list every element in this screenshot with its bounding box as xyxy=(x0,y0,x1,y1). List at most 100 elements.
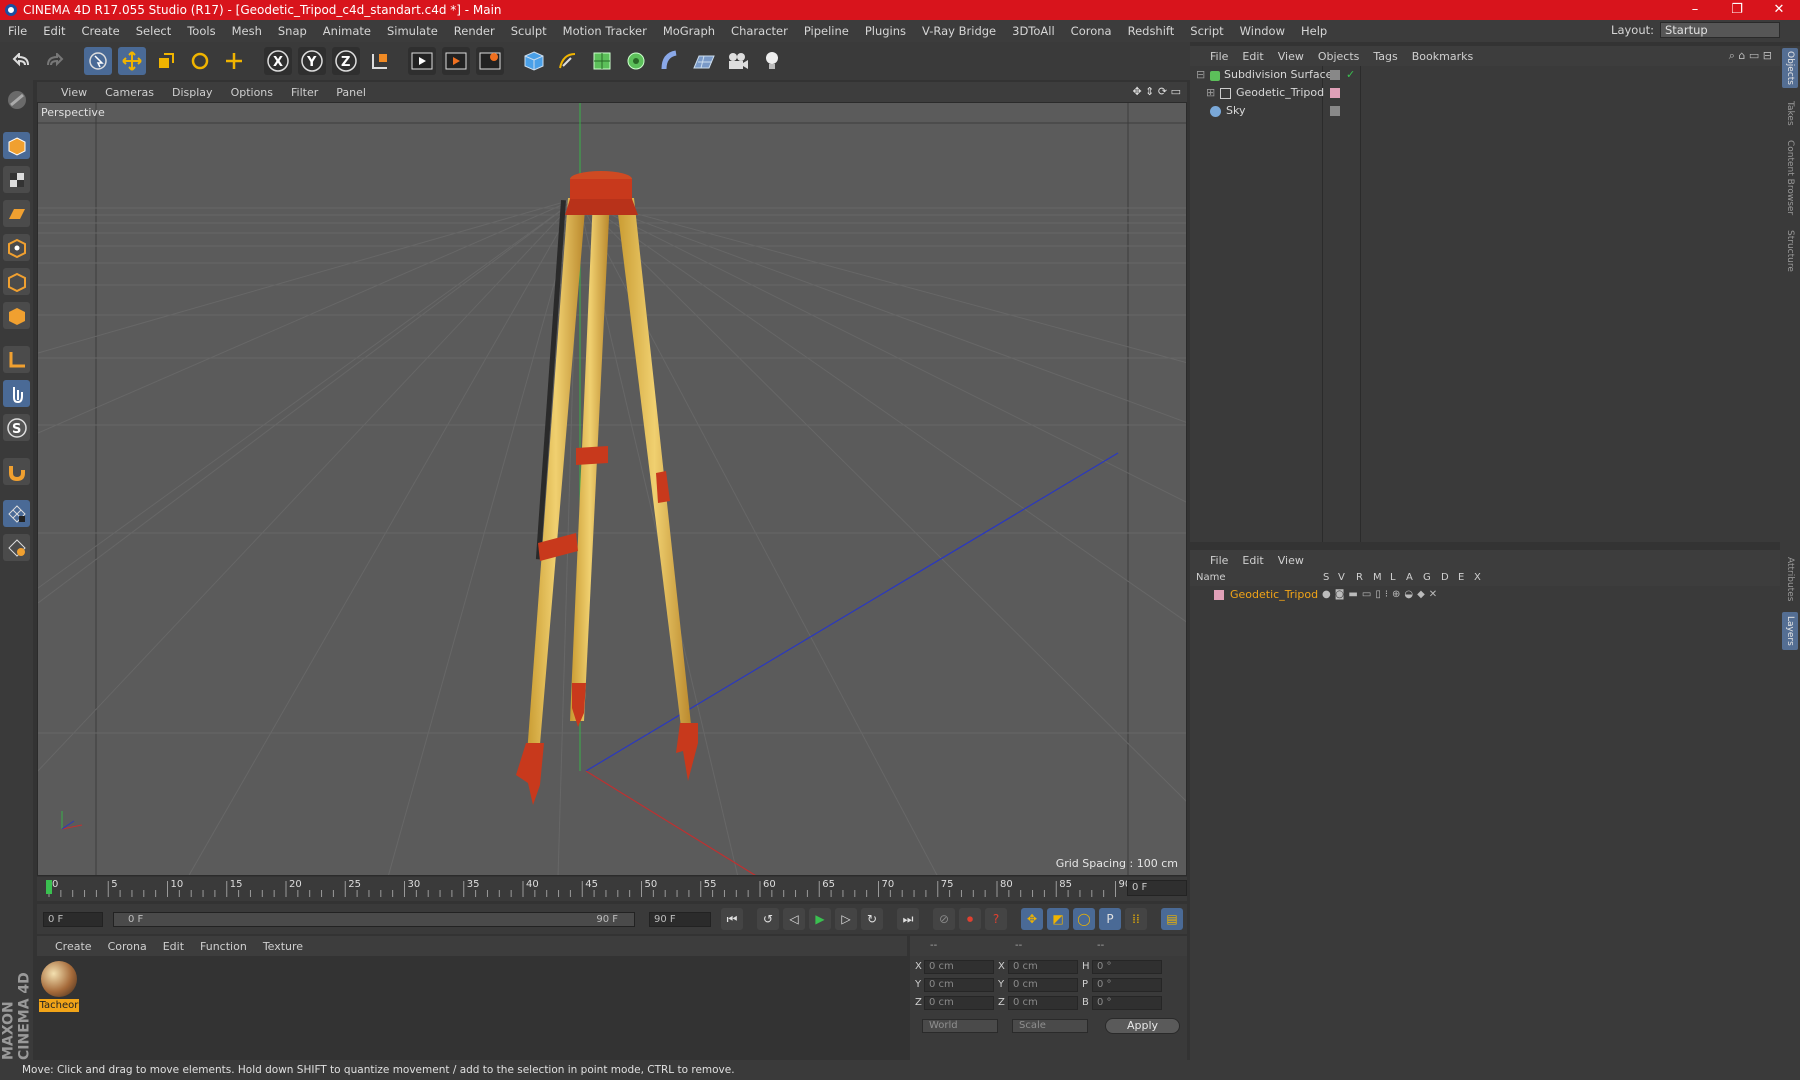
3d-viewport[interactable]: Perspective Grid Spacing : 100 cm xyxy=(37,102,1187,876)
render-view-icon[interactable] xyxy=(408,47,436,75)
objects-menu-bookmarks[interactable]: Bookmarks xyxy=(1405,50,1480,63)
light-icon[interactable] xyxy=(758,47,786,75)
position-z-field[interactable]: 0 cm xyxy=(924,996,994,1010)
rotate-tool-icon[interactable] xyxy=(186,47,214,75)
render-to-picture-viewer-icon[interactable] xyxy=(442,47,470,75)
layer-toggle-icons[interactable]: ●◙▬▭▯⁝⊕◒◆✕ xyxy=(1322,586,1441,604)
current-frame-field[interactable]: 0 F xyxy=(1127,880,1187,896)
auto-keying-icon[interactable]: ⏺ xyxy=(959,908,981,930)
position-y-field[interactable]: 0 cm xyxy=(924,978,994,992)
spline-pen-icon[interactable] xyxy=(554,47,582,75)
cube-primitive-icon[interactable] xyxy=(520,47,548,75)
objects-search-icon[interactable]: ⌕ ⌂ ▭ ⊟ xyxy=(1729,49,1772,63)
viewport-menu-panel[interactable]: Panel xyxy=(327,86,375,99)
transform-tool-icon[interactable] xyxy=(220,47,248,75)
viewport-menu-display[interactable]: Display xyxy=(163,86,222,99)
key-position-icon[interactable]: ✥ xyxy=(1021,908,1043,930)
play-icon[interactable]: ▶ xyxy=(809,908,831,930)
close-button[interactable]: ✕ xyxy=(1758,0,1800,20)
tab-objects[interactable]: Objects xyxy=(1782,48,1798,88)
goto-next-key-icon[interactable]: ↻ xyxy=(861,908,883,930)
layer-color-swatch-icon[interactable] xyxy=(1214,590,1224,600)
visibility-toggle-icon[interactable] xyxy=(1330,106,1340,116)
objects-menu-view[interactable]: View xyxy=(1271,50,1311,63)
scale-tool-icon[interactable] xyxy=(152,47,180,75)
size-x-field[interactable]: 0 cm xyxy=(1008,960,1078,974)
objects-menu-file[interactable]: File xyxy=(1190,50,1235,63)
tab-layers[interactable]: Layers xyxy=(1782,612,1798,650)
goto-previous-key-icon[interactable]: ↺ xyxy=(757,908,779,930)
menu-file[interactable]: File xyxy=(0,24,35,38)
menu-animate[interactable]: Animate xyxy=(315,24,379,38)
maximize-button[interactable]: ❐ xyxy=(1716,0,1758,20)
move-tool-icon[interactable] xyxy=(118,47,146,75)
menu-snap[interactable]: Snap xyxy=(270,24,315,38)
rotation-b-field[interactable]: 0 ° xyxy=(1092,996,1162,1010)
menu-select[interactable]: Select xyxy=(128,24,179,38)
key-pla-icon[interactable]: ⁞⁞ xyxy=(1125,908,1147,930)
timeline-ruler[interactable]: 0 5 10 15 20 25 30 35 40 45 50 55 60 65 70 75 80 85 90 0 F xyxy=(37,877,1187,901)
material-swatch[interactable]: Tacheor xyxy=(39,959,79,1012)
menu-mesh[interactable]: Mesh xyxy=(224,24,270,38)
menu-vray-bridge[interactable]: V-Ray Bridge xyxy=(914,24,1004,38)
make-editable-icon[interactable] xyxy=(3,86,30,113)
viewport-menu-view[interactable]: View xyxy=(37,86,96,99)
menu-sculpt[interactable]: Sculpt xyxy=(503,24,555,38)
floor-icon[interactable] xyxy=(690,47,718,75)
layer-row-geodetic-tripod[interactable]: Geodetic_Tripod ●◙▬▭▯⁝⊕◒◆✕ xyxy=(1190,586,1780,604)
menu-tools[interactable]: Tools xyxy=(179,24,223,38)
key-scale-icon[interactable]: ◩ xyxy=(1047,908,1069,930)
coordinate-system-dropdown[interactable]: World xyxy=(922,1019,998,1033)
tab-attributes[interactable]: Attributes xyxy=(1782,552,1798,606)
cloner-icon[interactable] xyxy=(622,47,650,75)
material-menu-corona[interactable]: Corona xyxy=(100,940,155,953)
menu-3dtoall[interactable]: 3DToAll xyxy=(1004,24,1063,38)
rotation-p-field[interactable]: 0 ° xyxy=(1092,978,1162,992)
layers-menu-view[interactable]: View xyxy=(1271,554,1311,567)
tab-takes[interactable]: Takes xyxy=(1782,96,1798,130)
visibility-toggle-icon[interactable] xyxy=(1330,70,1340,80)
tweak-mode-icon[interactable] xyxy=(3,380,30,407)
menu-help[interactable]: Help xyxy=(1293,24,1335,38)
menu-edit[interactable]: Edit xyxy=(35,24,73,38)
start-frame-field[interactable]: 0 F xyxy=(43,912,103,927)
menu-corona[interactable]: Corona xyxy=(1063,24,1120,38)
deformer-bend-icon[interactable] xyxy=(656,47,684,75)
z-axis-lock-icon[interactable]: Z xyxy=(332,47,360,75)
record-keys-icon[interactable]: ⊘ xyxy=(933,908,955,930)
y-axis-lock-icon[interactable]: Y xyxy=(298,47,326,75)
object-row-sky[interactable]: Sky xyxy=(1190,102,1780,120)
layer-color-icon[interactable] xyxy=(1330,88,1340,98)
viewport-menu-filter[interactable]: Filter xyxy=(282,86,327,99)
material-menu-texture[interactable]: Texture xyxy=(255,940,311,953)
tab-content-browser[interactable]: Content Browser xyxy=(1782,136,1798,220)
menu-create[interactable]: Create xyxy=(74,24,128,38)
layers-menu-edit[interactable]: Edit xyxy=(1235,554,1270,567)
menu-character[interactable]: Character xyxy=(723,24,796,38)
menu-plugins[interactable]: Plugins xyxy=(857,24,914,38)
viewport-nav-icons[interactable]: ✥ ⇕ ⟳ ▭ xyxy=(1132,85,1181,98)
layout-select[interactable]: Startup xyxy=(1660,22,1780,38)
layers-menu-file[interactable]: File xyxy=(1190,554,1235,567)
snap-magnet-icon[interactable] xyxy=(3,458,30,485)
menu-mograph[interactable]: MoGraph xyxy=(655,24,723,38)
subdivision-surface-icon[interactable] xyxy=(588,47,616,75)
objects-menu-objects[interactable]: Objects xyxy=(1311,50,1367,63)
frame-range-slider[interactable]: 0 F 90 F xyxy=(113,912,635,927)
next-frame-icon[interactable]: ▷ xyxy=(835,908,857,930)
redo-icon[interactable] xyxy=(40,47,68,75)
apply-button[interactable]: Apply xyxy=(1105,1018,1180,1034)
goto-start-icon[interactable]: ⏮ xyxy=(721,908,743,930)
position-x-field[interactable]: 0 cm xyxy=(924,960,994,974)
timeline-window-icon[interactable]: ▤ xyxy=(1161,908,1183,930)
menu-motion-tracker[interactable]: Motion Tracker xyxy=(555,24,655,38)
edges-mode-icon[interactable] xyxy=(3,268,30,295)
menu-redshift[interactable]: Redshift xyxy=(1120,24,1183,38)
solo-mode-icon[interactable]: S xyxy=(3,414,30,441)
keyframe-selection-icon[interactable]: ? xyxy=(985,908,1007,930)
previous-frame-icon[interactable]: ◁ xyxy=(783,908,805,930)
size-y-field[interactable]: 0 cm xyxy=(1008,978,1078,992)
menu-render[interactable]: Render xyxy=(446,24,503,38)
live-selection-icon[interactable] xyxy=(84,47,112,75)
minimize-button[interactable]: – xyxy=(1674,0,1716,20)
